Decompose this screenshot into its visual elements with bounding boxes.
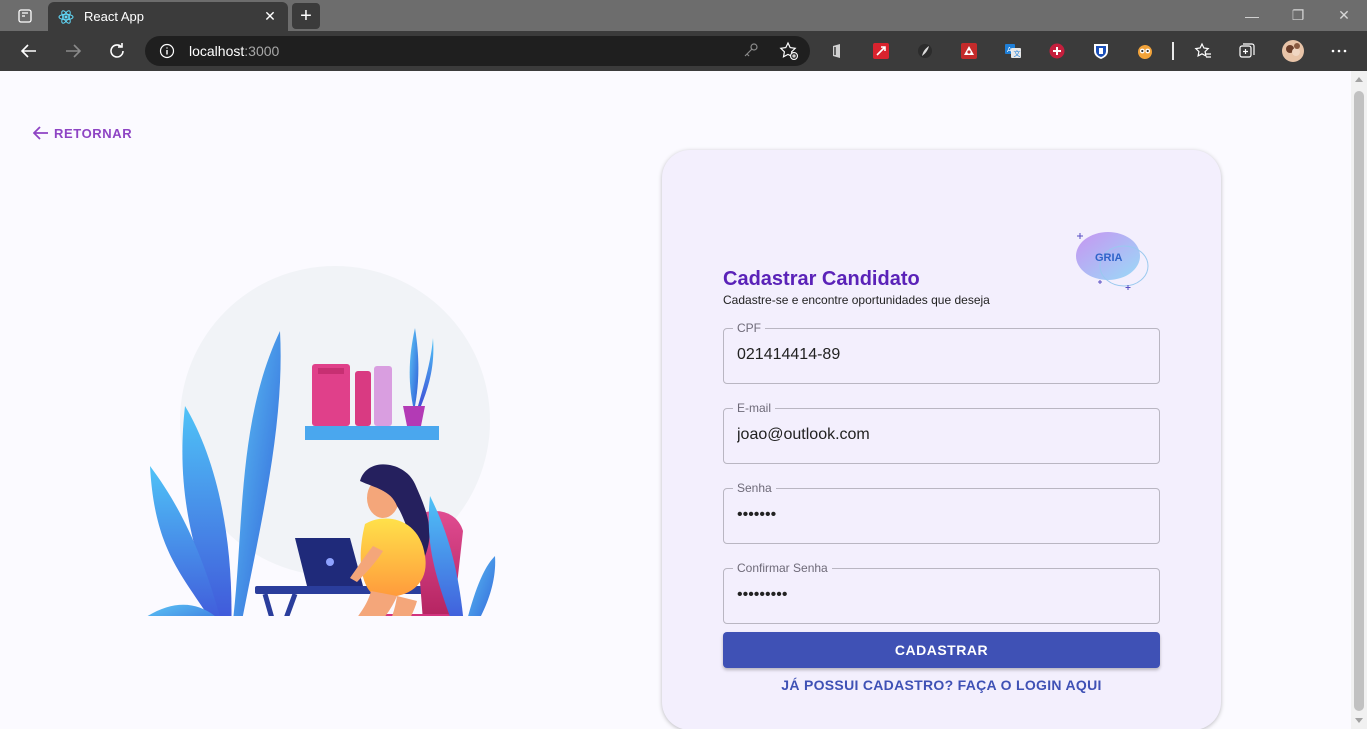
toolbar-separator [1172, 42, 1174, 60]
tab-actions-icon[interactable] [10, 6, 40, 26]
workspace-illustration [147, 266, 496, 616]
page-scrollbar[interactable] [1351, 71, 1367, 729]
login-link[interactable]: JÁ POSSUI CADASTRO? FAÇA O LOGIN AQUI [723, 677, 1160, 693]
gria-logo: GRIA [1076, 232, 1149, 290]
extension-owl-icon[interactable] [1135, 41, 1155, 61]
new-tab-button[interactable]: + [292, 3, 320, 29]
extension-blue-shield-icon[interactable] [1091, 41, 1111, 61]
svg-text:文: 文 [1014, 49, 1021, 58]
scroll-thumb[interactable] [1354, 91, 1364, 711]
email-label: E-mail [733, 401, 776, 415]
url-text: localhost:3000 [189, 43, 280, 59]
form-subtitle: Cadastre-se e encontre oportunidades que… [723, 293, 990, 307]
password-field[interactable]: Senha [723, 481, 1160, 544]
restore-icon[interactable]: ❐ [1275, 0, 1321, 31]
return-link[interactable]: RETORNAR [33, 125, 132, 141]
svg-text:GRIA: GRIA [1095, 252, 1123, 264]
register-card: GRIA Cadastrar Candidato Cadastre-se e e… [662, 150, 1221, 729]
password-input[interactable] [737, 506, 1142, 524]
register-button[interactable]: CADASTRAR [723, 632, 1160, 668]
address-bar[interactable]: localhost:3000 [145, 36, 810, 66]
page-content: RETORNAR GRIA Cadastrar Candidato Cadast… [0, 71, 1351, 729]
extension-shield-icon[interactable] [1047, 41, 1067, 61]
browser-toolbar: localhost:3000 A文 [0, 31, 1367, 71]
favorites-icon[interactable] [1193, 41, 1213, 61]
confirm-password-field[interactable]: Confirmar Senha [723, 561, 1160, 624]
translate-icon[interactable]: A文 [1003, 41, 1023, 61]
extension-picker-icon[interactable] [959, 41, 979, 61]
svg-text:A: A [1007, 46, 1012, 54]
key-icon[interactable] [743, 42, 759, 63]
window-controls: — ❐ ✕ [1229, 0, 1367, 31]
scroll-up-icon[interactable] [1355, 77, 1363, 82]
minimize-icon[interactable]: — [1229, 0, 1275, 31]
email-input[interactable] [737, 426, 1142, 444]
confirm-password-input[interactable] [737, 586, 1142, 604]
back-icon[interactable] [15, 37, 43, 65]
cpf-input[interactable] [737, 346, 1142, 364]
cpf-label: CPF [733, 321, 765, 335]
email-field[interactable]: E-mail [723, 401, 1160, 464]
tab-title: React App [84, 9, 144, 24]
close-window-icon[interactable]: ✕ [1321, 0, 1367, 31]
browser-tabstrip: React App ✕ + — ❐ ✕ [0, 0, 1367, 31]
react-icon [58, 9, 74, 25]
forward-icon[interactable] [59, 37, 87, 65]
more-icon[interactable] [1329, 41, 1349, 61]
collections-icon[interactable] [1237, 41, 1257, 61]
form-title: Cadastrar Candidato [723, 268, 920, 290]
tab-close-icon[interactable]: ✕ [262, 8, 278, 25]
extension-red-icon[interactable] [871, 41, 891, 61]
office-icon[interactable] [827, 41, 847, 61]
profile-avatar[interactable] [1281, 39, 1305, 63]
arrow-left-icon [33, 126, 48, 140]
extension-feather-icon[interactable] [915, 41, 935, 61]
add-favorite-icon[interactable] [779, 41, 799, 66]
browser-tab-active[interactable]: React App ✕ [48, 2, 288, 31]
confirm-password-label: Confirmar Senha [733, 561, 832, 575]
cpf-field[interactable]: CPF [723, 321, 1160, 384]
scroll-down-icon[interactable] [1355, 718, 1363, 723]
refresh-icon[interactable] [103, 37, 131, 65]
info-icon[interactable] [159, 43, 175, 64]
return-label: RETORNAR [54, 125, 133, 141]
password-label: Senha [733, 481, 776, 495]
